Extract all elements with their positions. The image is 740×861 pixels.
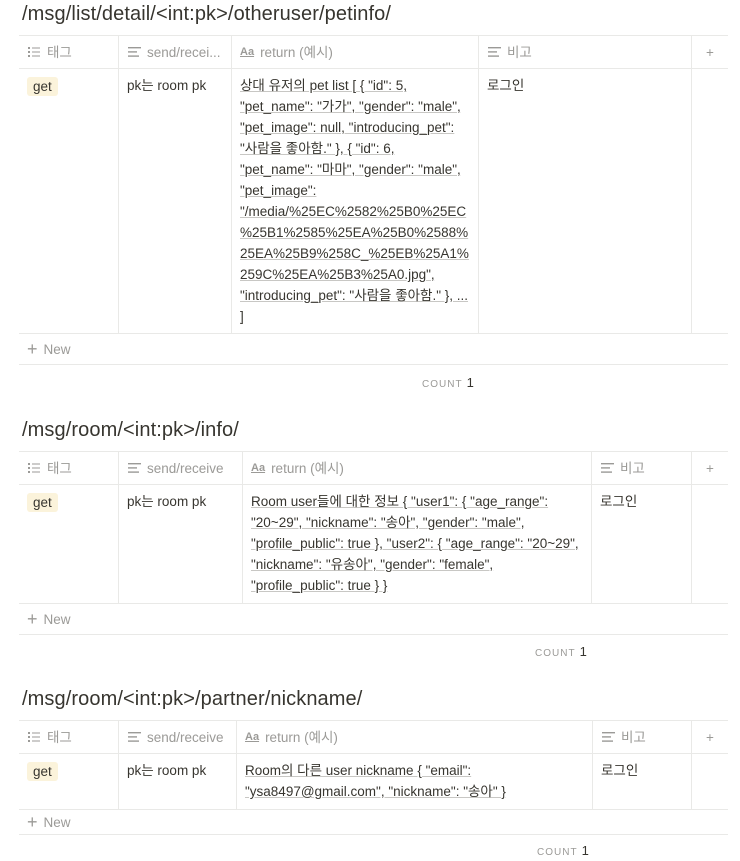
return-cell[interactable]: Room의 다른 user nickname { "email": "ysa84… <box>237 754 593 809</box>
column-header-label: 비고 <box>620 460 645 476</box>
tag-badge: get <box>27 77 58 96</box>
text-icon <box>601 731 615 743</box>
page-title: /msg/list/detail/<int:pk>/otheruser/peti… <box>22 3 392 25</box>
column-header-send[interactable]: send/receive <box>119 721 237 753</box>
return-text[interactable]: Room의 다른 user nickname { "email": "ysa84… <box>245 763 506 799</box>
row-count: COUNT 1 <box>422 375 474 390</box>
column-header-return[interactable]: Aa return (예시) <box>243 452 592 484</box>
column-header-tag[interactable]: 태그 <box>19 36 119 68</box>
column-header-tag[interactable]: 태그 <box>19 452 119 484</box>
new-label: New <box>43 341 71 357</box>
column-header-label: return (예시) <box>271 460 344 476</box>
row-count: COUNT 1 <box>535 644 587 659</box>
column-header-label: 태그 <box>47 44 72 60</box>
page-title: /msg/room/<int:pk>/partner/nickname/ <box>22 688 363 710</box>
empty-cell <box>692 69 728 333</box>
column-header-return[interactable]: Aa return (예시) <box>232 36 479 68</box>
database-table: 태그 send/receive Aa return (예시) 비고 + get … <box>19 720 728 835</box>
text-icon <box>487 46 501 58</box>
column-header-note[interactable]: 비고 <box>593 721 692 753</box>
list-icon <box>27 46 41 58</box>
row-count: COUNT 1 <box>537 843 589 858</box>
list-icon <box>27 462 41 474</box>
add-row-button[interactable]: + New <box>19 810 728 835</box>
table-header: 태그 send/receive Aa return (예시) 비고 + <box>19 452 728 485</box>
return-cell[interactable]: 상대 유저의 pet list [ { "id": 5, "pet_name":… <box>232 69 479 333</box>
text-icon <box>127 46 141 58</box>
text-icon <box>127 462 141 474</box>
send-cell[interactable]: pk는 room pk <box>119 754 237 809</box>
column-header-label: 비고 <box>507 44 532 60</box>
database-table: 태그 send/recei... Aa return (예시) 비고 + get <box>19 35 728 365</box>
plus-icon: + <box>706 44 714 60</box>
note-cell[interactable]: 로그인 <box>592 485 692 603</box>
tag-badge: get <box>27 493 58 512</box>
new-label: New <box>43 814 71 830</box>
column-header-label: send/receive <box>147 460 224 476</box>
plus-icon: + <box>706 729 714 745</box>
empty-cell <box>692 754 728 809</box>
plus-icon: + <box>27 609 38 629</box>
title-property-icon: Aa <box>245 730 260 743</box>
table-row[interactable]: get pk는 room pk Room의 다른 user nickname {… <box>19 754 728 810</box>
new-label: New <box>43 611 71 627</box>
column-header-label: 태그 <box>47 460 72 476</box>
column-header-label: 태그 <box>47 729 72 745</box>
title-property-icon: Aa <box>251 461 266 474</box>
count-value: 1 <box>466 375 474 390</box>
count-label: COUNT <box>537 847 578 858</box>
add-column-button[interactable]: + <box>692 36 728 68</box>
tag-cell[interactable]: get <box>19 485 119 603</box>
column-header-label: return (예시) <box>265 729 338 745</box>
add-row-button[interactable]: + New <box>19 604 728 635</box>
return-cell[interactable]: Room user들에 대한 정보 { "user1": { "age_rang… <box>243 485 592 603</box>
plus-icon: + <box>706 460 714 476</box>
note-cell[interactable]: 로그인 <box>593 754 692 809</box>
title-property-icon: Aa <box>240 45 255 58</box>
column-header-tag[interactable]: 태그 <box>19 721 119 753</box>
column-header-label: 비고 <box>621 729 646 745</box>
return-text[interactable]: Room user들에 대한 정보 { "user1": { "age_rang… <box>251 494 579 593</box>
tag-cell[interactable]: get <box>19 754 119 809</box>
database-table: 태그 send/receive Aa return (예시) 비고 + get … <box>19 451 728 635</box>
count-label: COUNT <box>422 379 463 390</box>
column-header-note[interactable]: 비고 <box>592 452 692 484</box>
table-header: 태그 send/receive Aa return (예시) 비고 + <box>19 721 728 754</box>
add-row-button[interactable]: + New <box>19 334 728 365</box>
count-value: 1 <box>579 644 587 659</box>
list-icon <box>27 731 41 743</box>
page-title: /msg/room/<int:pk>/info/ <box>22 419 239 441</box>
column-header-return[interactable]: Aa return (예시) <box>237 721 593 753</box>
count-label: COUNT <box>535 648 576 659</box>
note-cell[interactable]: 로그인 <box>479 69 692 333</box>
plus-icon: + <box>27 812 38 832</box>
return-text[interactable]: 상대 유저의 pet list [ { "id": 5, "pet_name":… <box>240 78 469 324</box>
tag-cell[interactable]: get <box>19 69 119 333</box>
empty-cell <box>692 485 728 603</box>
text-icon <box>127 731 141 743</box>
column-header-send[interactable]: send/receive <box>119 452 243 484</box>
column-header-send[interactable]: send/recei... <box>119 36 232 68</box>
column-header-label: send/receive <box>147 729 224 745</box>
column-header-note[interactable]: 비고 <box>479 36 692 68</box>
send-cell[interactable]: pk는 room pk <box>119 485 243 603</box>
column-header-label: return (예시) <box>260 44 333 60</box>
tag-badge: get <box>27 762 58 781</box>
count-value: 1 <box>581 843 589 858</box>
add-column-button[interactable]: + <box>692 452 728 484</box>
add-column-button[interactable]: + <box>692 721 728 753</box>
send-cell[interactable]: pk는 room pk <box>119 69 232 333</box>
plus-icon: + <box>27 339 38 359</box>
table-row[interactable]: get pk는 room pk Room user들에 대한 정보 { "use… <box>19 485 728 604</box>
text-icon <box>600 462 614 474</box>
column-header-label: send/recei... <box>147 44 221 60</box>
table-row[interactable]: get pk는 room pk 상대 유저의 pet list [ { "id"… <box>19 69 728 334</box>
table-header: 태그 send/recei... Aa return (예시) 비고 + <box>19 36 728 69</box>
